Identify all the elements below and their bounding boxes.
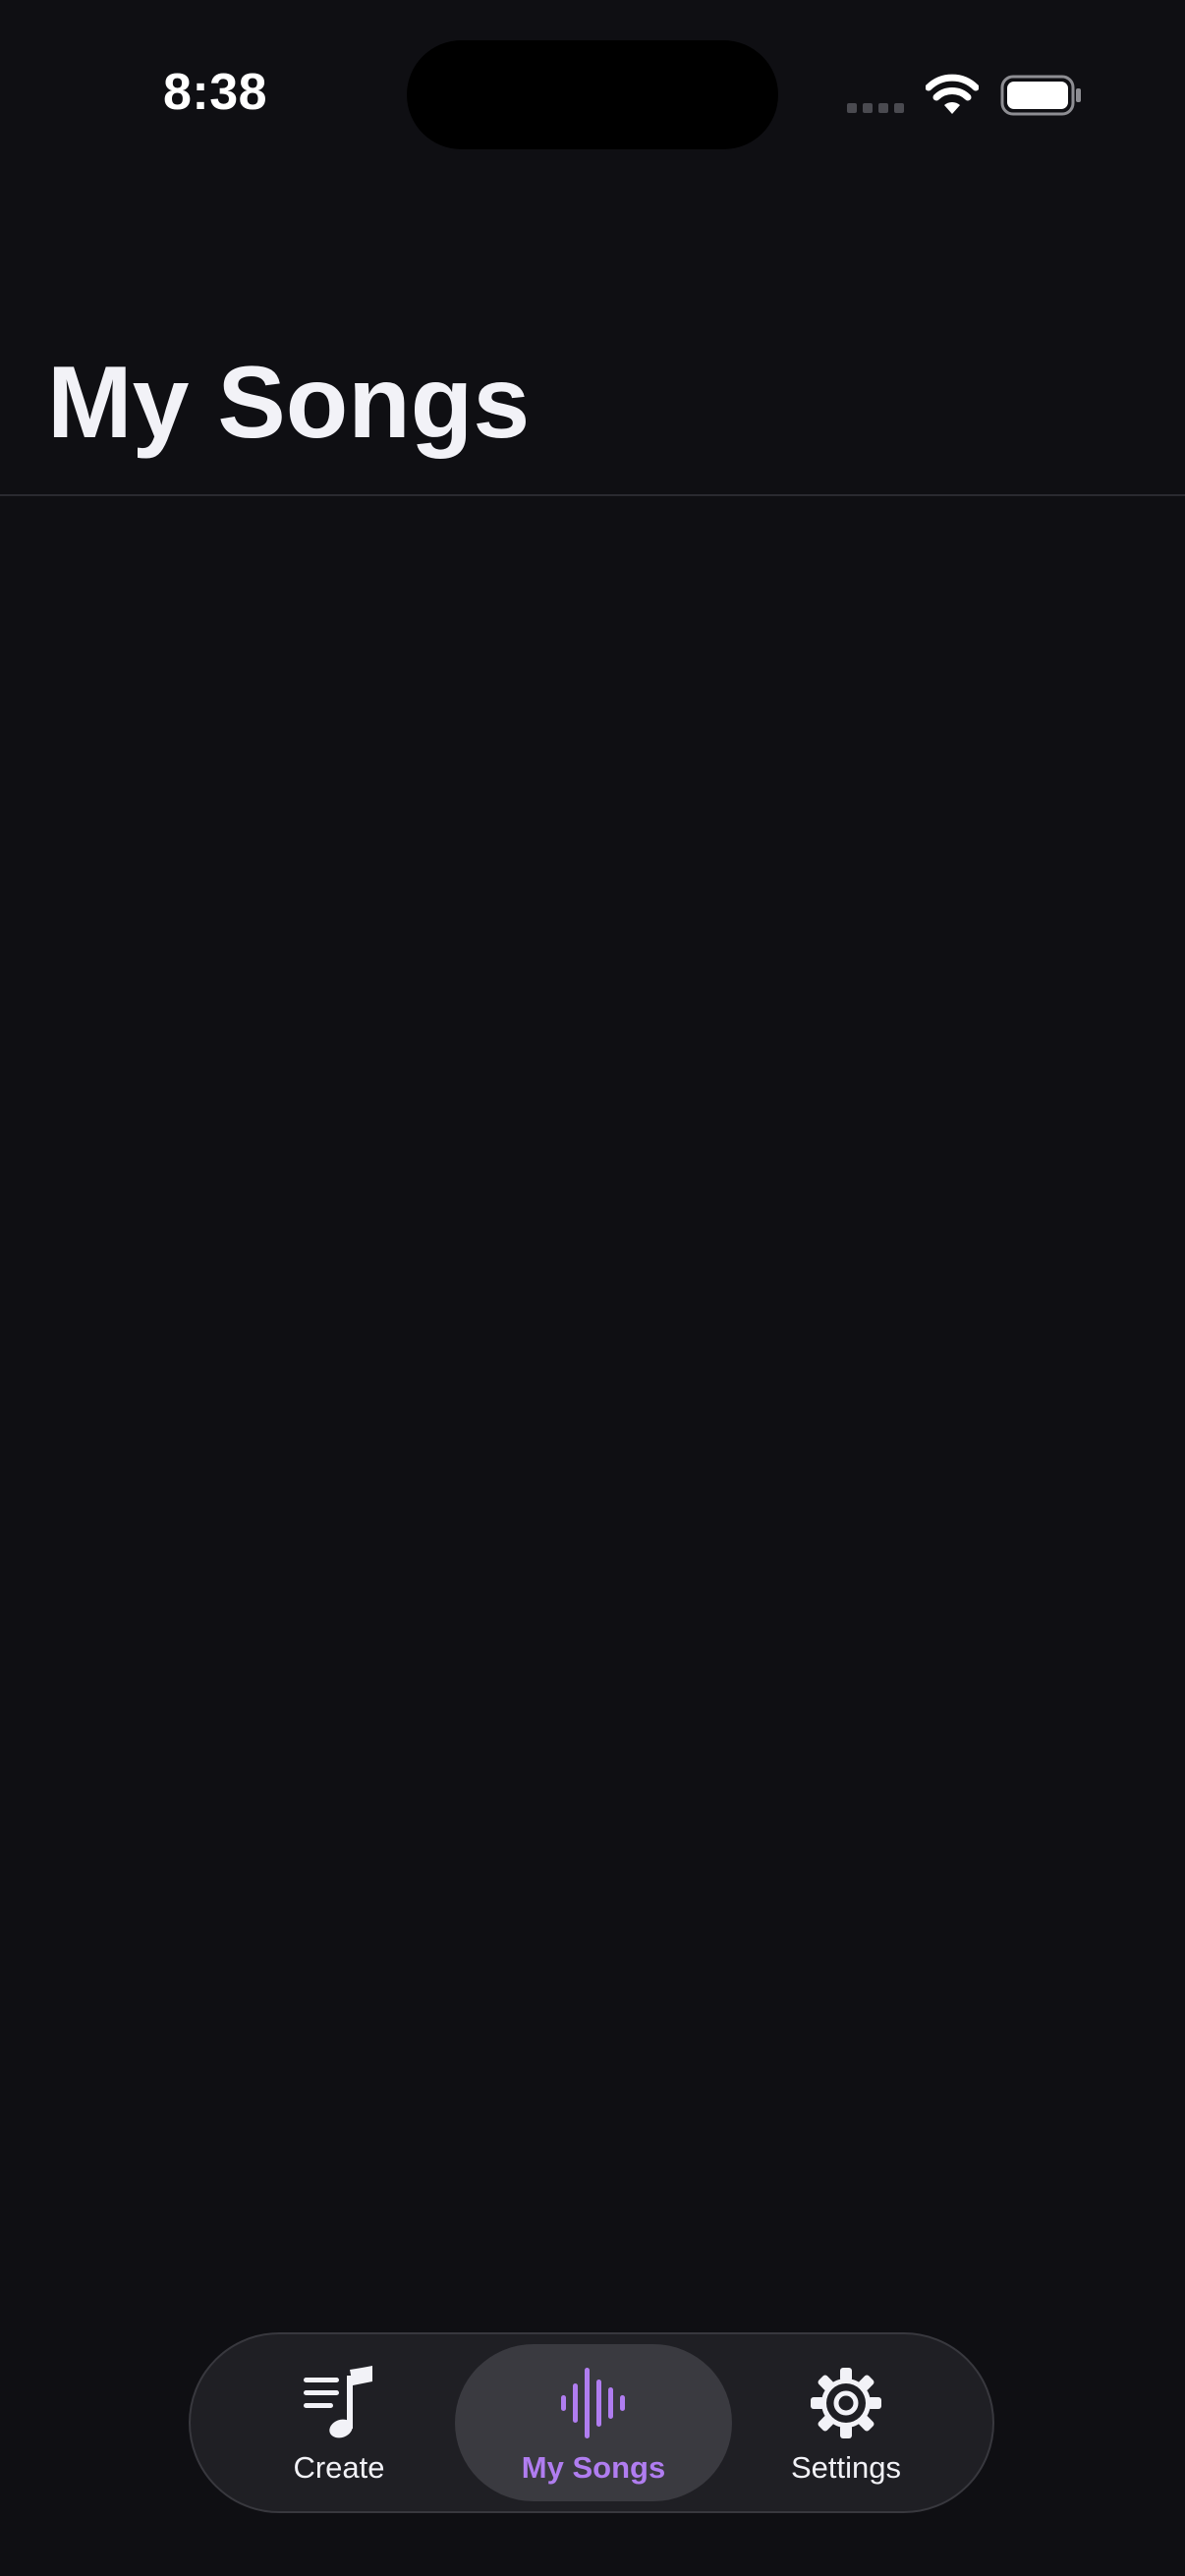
status-bar: 8:38 <box>0 0 1185 196</box>
waveform-icon <box>561 2368 625 2438</box>
tab-label: My Songs <box>521 2450 666 2485</box>
tab-create[interactable]: Create <box>230 2344 448 2501</box>
tab-bar: Create My Songs Settings <box>189 2332 994 2513</box>
signal-icon <box>847 103 904 113</box>
tab-label: Settings <box>790 2450 901 2485</box>
battery-icon <box>1000 75 1081 116</box>
status-time: 8:38 <box>163 64 268 121</box>
tab-settings[interactable]: Settings <box>737 2344 955 2501</box>
wifi-icon <box>926 74 979 114</box>
gear-icon <box>811 2368 881 2438</box>
page-title: My Songs <box>47 346 531 460</box>
dynamic-island <box>407 40 778 149</box>
tab-my-songs[interactable]: My Songs <box>455 2344 732 2501</box>
song-list-area[interactable] <box>0 496 1185 2324</box>
music-lyrics-icon <box>304 2366 372 2438</box>
tab-label: Create <box>293 2450 385 2485</box>
